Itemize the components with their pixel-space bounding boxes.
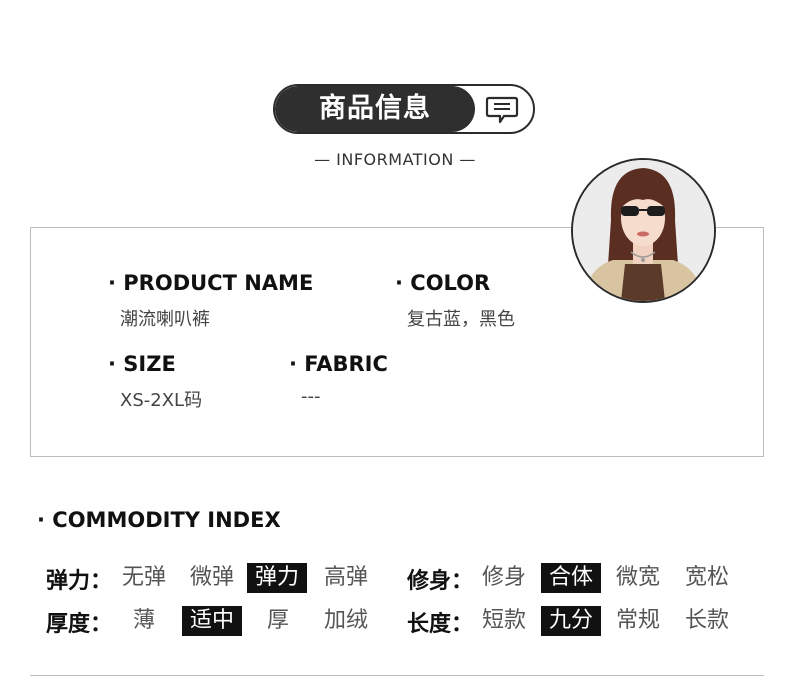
fit-option: 宽松 [684, 565, 729, 590]
elasticity-option: 微弹 [189, 565, 234, 590]
product-name-label: · PRODUCT NAME [108, 271, 314, 295]
length-option: 常规 [615, 608, 660, 633]
fit-option: 修身 [481, 565, 526, 590]
thickness-option-selected: 适中 [182, 606, 242, 636]
thickness-label: 厚度： [46, 612, 113, 637]
elasticity-option-selected: 弹力 [247, 563, 307, 593]
fabric-label: · FABRIC [289, 352, 388, 376]
chat-bubble-icon [485, 96, 519, 124]
thickness-option: 厚 [266, 608, 289, 633]
fit-label: 修身： [407, 569, 474, 594]
section-title: 商品信息 [319, 93, 431, 124]
length-option: 短款 [481, 608, 526, 633]
thickness-option: 薄 [132, 608, 155, 633]
color-value: 复古蓝，黑色 [407, 309, 515, 330]
elasticity-label: 弹力： [46, 569, 113, 594]
fit-option-selected: 合体 [541, 563, 601, 593]
elasticity-option: 无弹 [121, 565, 166, 590]
bottom-divider [30, 675, 764, 676]
color-label: · COLOR [395, 271, 491, 295]
commodity-index-title: · COMMODITY INDEX [37, 508, 281, 532]
length-option: 长款 [684, 608, 729, 633]
length-option-selected: 九分 [541, 606, 601, 636]
size-value: XS-2XL码 [120, 390, 203, 411]
size-label: · SIZE [108, 352, 176, 376]
fit-option: 微宽 [615, 565, 660, 590]
thickness-option: 加绒 [323, 608, 368, 633]
model-portrait-image [573, 160, 714, 301]
fabric-value: --- [301, 386, 321, 407]
product-name-value: 潮流喇叭裤 [120, 309, 210, 330]
length-label: 长度： [407, 612, 474, 637]
section-header-pill: 商品信息 [273, 84, 535, 134]
model-avatar [571, 158, 716, 303]
elasticity-option: 高弹 [323, 565, 368, 590]
